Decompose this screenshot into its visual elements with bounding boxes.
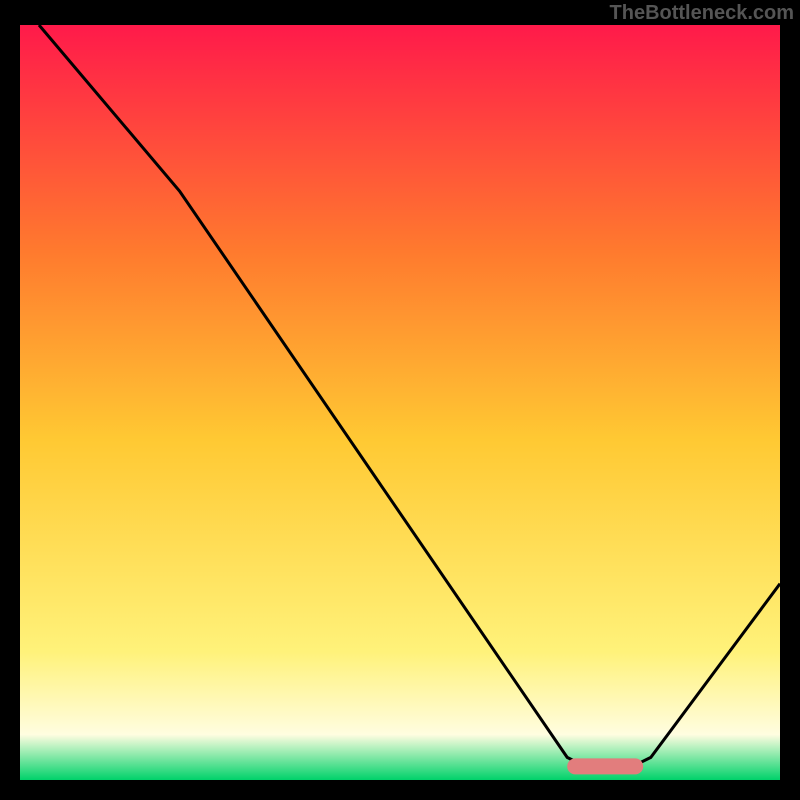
watermark-text: TheBottleneck.com (610, 2, 794, 25)
bottleneck-chart (0, 0, 800, 800)
chart-container: TheBottleneck.com (0, 0, 800, 800)
optimal-marker (567, 758, 643, 774)
